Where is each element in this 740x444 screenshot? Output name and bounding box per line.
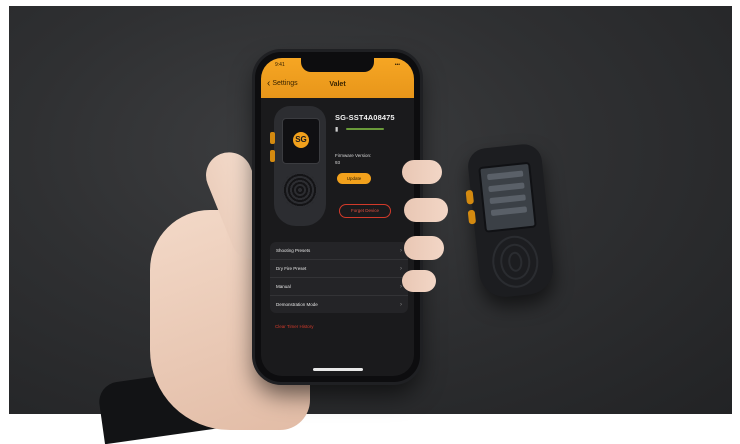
list-item-demonstration-mode[interactable]: Demonstration Mode › [270,296,408,313]
list-item-label: Demonstration Mode [276,302,318,307]
chevron-right-icon: › [400,247,402,254]
list-item-shooting-presets[interactable]: Shooting Presets › [270,242,408,260]
device-side-button [467,209,477,225]
device-side-button [270,132,275,144]
battery-icon: ▮ [335,127,339,133]
hand-finger [404,198,448,222]
settings-list: Shooting Presets › Dry Fire Preset › Man… [270,242,408,313]
shot-timer-device [465,142,556,300]
device-lcd: SG [282,118,320,164]
device-grip [489,233,541,291]
device-serial: SG-SST4A08475 [335,113,395,122]
status-time: 9:41 [275,62,285,68]
device-grip-rings [282,172,318,208]
page-title: Valet [329,81,346,88]
list-item-label: Dry Fire Preset [276,266,307,271]
firmware-label: Firmware Version: [335,153,372,158]
update-button[interactable]: Update [337,173,371,184]
list-item-dry-fire-preset[interactable]: Dry Fire Preset › [270,260,408,278]
phone-screen: 9:41 ••• ‹ Settings Valet SG SG-SST4A084… [261,58,414,376]
device-side-button [465,189,474,205]
phone: 9:41 ••• ‹ Settings Valet SG SG-SST4A084… [255,52,420,382]
hand-finger [402,160,442,184]
list-item-manual[interactable]: Manual › [270,278,408,296]
brand-logo-icon: SG [293,132,309,148]
hand-finger [402,270,436,292]
phone-notch [301,58,374,72]
battery-level-bar [346,128,384,130]
chevron-right-icon: › [400,301,402,308]
clear-timer-history-link[interactable]: Clear Timer History [275,324,314,329]
status-indicators: ••• [394,62,400,68]
hand-finger [404,236,444,260]
list-item-label: Manual [276,284,291,289]
device-illustration: SG [270,106,326,226]
firmware-value: 93 [335,160,341,165]
list-item-label: Shooting Presets [276,248,311,253]
forget-device-button[interactable]: Forget Device [339,204,391,218]
device-side-button [270,150,275,162]
chevron-right-icon: › [400,265,402,272]
device-screen [478,161,537,233]
home-indicator[interactable] [313,368,363,371]
